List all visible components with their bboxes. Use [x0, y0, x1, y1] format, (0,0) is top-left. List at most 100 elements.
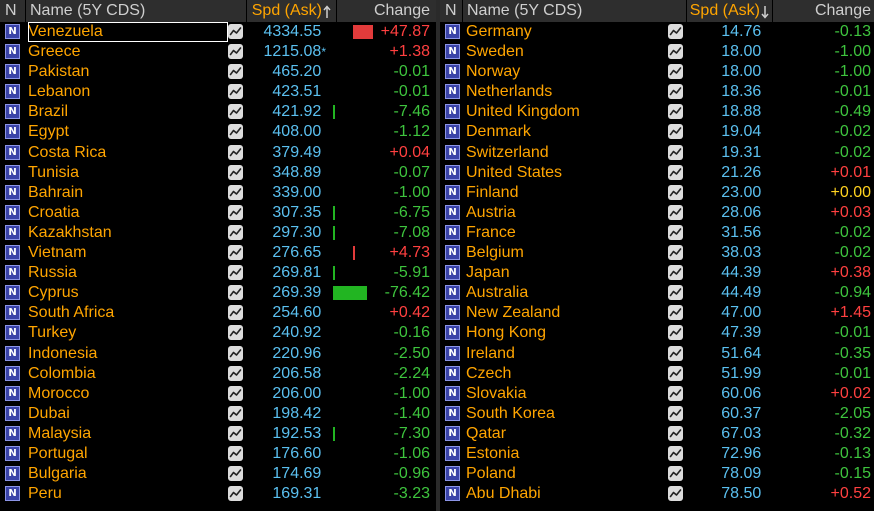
- chart-line-icon[interactable]: [668, 305, 683, 321]
- table-row[interactable]: N Abu Dhabi 78.50* +0.52: [440, 484, 874, 504]
- table-row[interactable]: N Estonia 72.96* -0.13: [440, 444, 874, 464]
- chart-line-icon[interactable]: [668, 445, 683, 461]
- country-name[interactable]: France: [466, 223, 666, 243]
- country-name[interactable]: Belgium: [466, 243, 666, 263]
- news-n-icon[interactable]: N: [5, 285, 20, 301]
- header-news-column[interactable]: N: [5, 0, 21, 22]
- table-row[interactable]: N Russia 269.81* -5.91: [0, 263, 436, 283]
- table-row[interactable]: N Indonesia 220.96* -2.50: [0, 344, 436, 364]
- chart-line-icon[interactable]: [668, 184, 683, 200]
- news-n-icon[interactable]: N: [5, 84, 20, 100]
- table-row[interactable]: N Greece 1215.08* +1.38: [0, 42, 436, 62]
- news-n-icon[interactable]: N: [5, 486, 20, 502]
- news-n-icon[interactable]: N: [445, 224, 460, 240]
- table-row[interactable]: N Bahrain 339.00* -1.00: [0, 183, 436, 203]
- country-name[interactable]: Costa Rica: [28, 143, 228, 163]
- table-row[interactable]: N Turkey 240.92* -0.16: [0, 323, 436, 343]
- country-name[interactable]: Turkey: [28, 323, 228, 343]
- chart-line-icon[interactable]: [228, 184, 243, 200]
- chart-line-icon[interactable]: [668, 466, 683, 482]
- news-n-icon[interactable]: N: [5, 224, 20, 240]
- table-row[interactable]: N Sweden 18.00* -1.00: [440, 42, 874, 62]
- news-n-icon[interactable]: N: [445, 265, 460, 281]
- header-spread-column[interactable]: Spd (Ask): [688, 0, 760, 22]
- chart-line-icon[interactable]: [228, 345, 243, 361]
- news-n-icon[interactable]: N: [445, 385, 460, 401]
- country-name[interactable]: Netherlands: [466, 82, 666, 102]
- table-row[interactable]: N Poland 78.09* -0.15: [440, 464, 874, 484]
- chart-line-icon[interactable]: [668, 405, 683, 421]
- country-name[interactable]: Kazakhstan: [28, 223, 228, 243]
- country-name[interactable]: Germany: [466, 22, 666, 42]
- news-n-icon[interactable]: N: [445, 345, 460, 361]
- news-n-icon[interactable]: N: [445, 425, 460, 441]
- chart-line-icon[interactable]: [668, 345, 683, 361]
- chart-line-icon[interactable]: [228, 84, 243, 100]
- country-name[interactable]: Sweden: [466, 42, 666, 62]
- chart-line-icon[interactable]: [228, 486, 243, 502]
- header-spread-column[interactable]: Spd (Ask): [248, 0, 322, 22]
- news-n-icon[interactable]: N: [445, 184, 460, 200]
- country-name[interactable]: Cyprus: [28, 283, 228, 303]
- table-row[interactable]: N Lebanon 423.51* -0.01: [0, 82, 436, 102]
- news-n-icon[interactable]: N: [5, 24, 20, 39]
- news-n-icon[interactable]: N: [445, 445, 460, 461]
- chart-line-icon[interactable]: [228, 325, 243, 341]
- chart-line-icon[interactable]: [228, 224, 243, 240]
- table-row[interactable]: N Switzerland 19.31* -0.02: [440, 143, 874, 163]
- country-name[interactable]: United Kingdom: [466, 102, 666, 122]
- table-row[interactable]: N Cyprus 269.39* -76.42: [0, 283, 436, 303]
- table-row[interactable]: N Peru 169.31* -3.23: [0, 484, 436, 504]
- chart-line-icon[interactable]: [668, 265, 683, 281]
- chart-line-icon[interactable]: [228, 245, 243, 261]
- country-name[interactable]: Portugal: [28, 444, 228, 464]
- chart-line-icon[interactable]: [228, 385, 243, 401]
- table-row[interactable]: N Ireland 51.64* -0.35: [440, 344, 874, 364]
- header-change-column[interactable]: Change: [338, 0, 430, 22]
- news-n-icon[interactable]: N: [445, 405, 460, 421]
- header-news-column[interactable]: N: [445, 0, 461, 22]
- chart-line-icon[interactable]: [228, 124, 243, 140]
- table-row[interactable]: N Malaysia 192.53* -7.30: [0, 424, 436, 444]
- chart-line-icon[interactable]: [668, 425, 683, 441]
- table-row[interactable]: N Brazil 421.92* -7.46: [0, 102, 436, 122]
- news-n-icon[interactable]: N: [445, 164, 460, 180]
- country-name[interactable]: South Korea: [466, 404, 666, 424]
- country-name[interactable]: Dubai: [28, 404, 228, 424]
- country-name[interactable]: Tunisia: [28, 163, 228, 183]
- table-row[interactable]: N Japan 44.39* +0.38: [440, 263, 874, 283]
- news-n-icon[interactable]: N: [5, 184, 20, 200]
- news-n-icon[interactable]: N: [5, 204, 20, 220]
- chart-line-icon[interactable]: [668, 44, 683, 60]
- chart-line-icon[interactable]: [668, 124, 683, 140]
- chart-line-icon[interactable]: [668, 204, 683, 220]
- table-row[interactable]: N Venezuela 4334.55* +47.87: [0, 22, 436, 42]
- country-name[interactable]: Venezuela: [28, 22, 228, 42]
- news-n-icon[interactable]: N: [5, 265, 20, 281]
- news-n-icon[interactable]: N: [5, 245, 20, 261]
- news-n-icon[interactable]: N: [5, 345, 20, 361]
- news-n-icon[interactable]: N: [445, 84, 460, 100]
- table-row[interactable]: N Hong Kong 47.39* -0.01: [440, 323, 874, 343]
- country-name[interactable]: Colombia: [28, 364, 228, 384]
- news-n-icon[interactable]: N: [445, 245, 460, 261]
- table-row[interactable]: N New Zealand 47.00* +1.45: [440, 303, 874, 323]
- country-name[interactable]: Switzerland: [466, 143, 666, 163]
- country-name[interactable]: Austria: [466, 203, 666, 223]
- country-name[interactable]: Norway: [466, 62, 666, 82]
- country-name[interactable]: Estonia: [466, 444, 666, 464]
- chart-line-icon[interactable]: [668, 104, 683, 120]
- country-name[interactable]: Abu Dhabi: [466, 484, 666, 504]
- chart-line-icon[interactable]: [228, 44, 243, 60]
- country-name[interactable]: Egypt: [28, 122, 228, 142]
- chart-line-icon[interactable]: [228, 24, 243, 39]
- sort-descending-icon[interactable]: [760, 0, 772, 22]
- news-n-icon[interactable]: N: [445, 64, 460, 80]
- news-n-icon[interactable]: N: [5, 44, 20, 60]
- table-row[interactable]: N Vietnam 276.65* +4.73: [0, 243, 436, 263]
- country-name[interactable]: Australia: [466, 283, 666, 303]
- news-n-icon[interactable]: N: [445, 144, 460, 160]
- news-n-icon[interactable]: N: [5, 305, 20, 321]
- chart-line-icon[interactable]: [228, 285, 243, 301]
- chart-line-icon[interactable]: [228, 305, 243, 321]
